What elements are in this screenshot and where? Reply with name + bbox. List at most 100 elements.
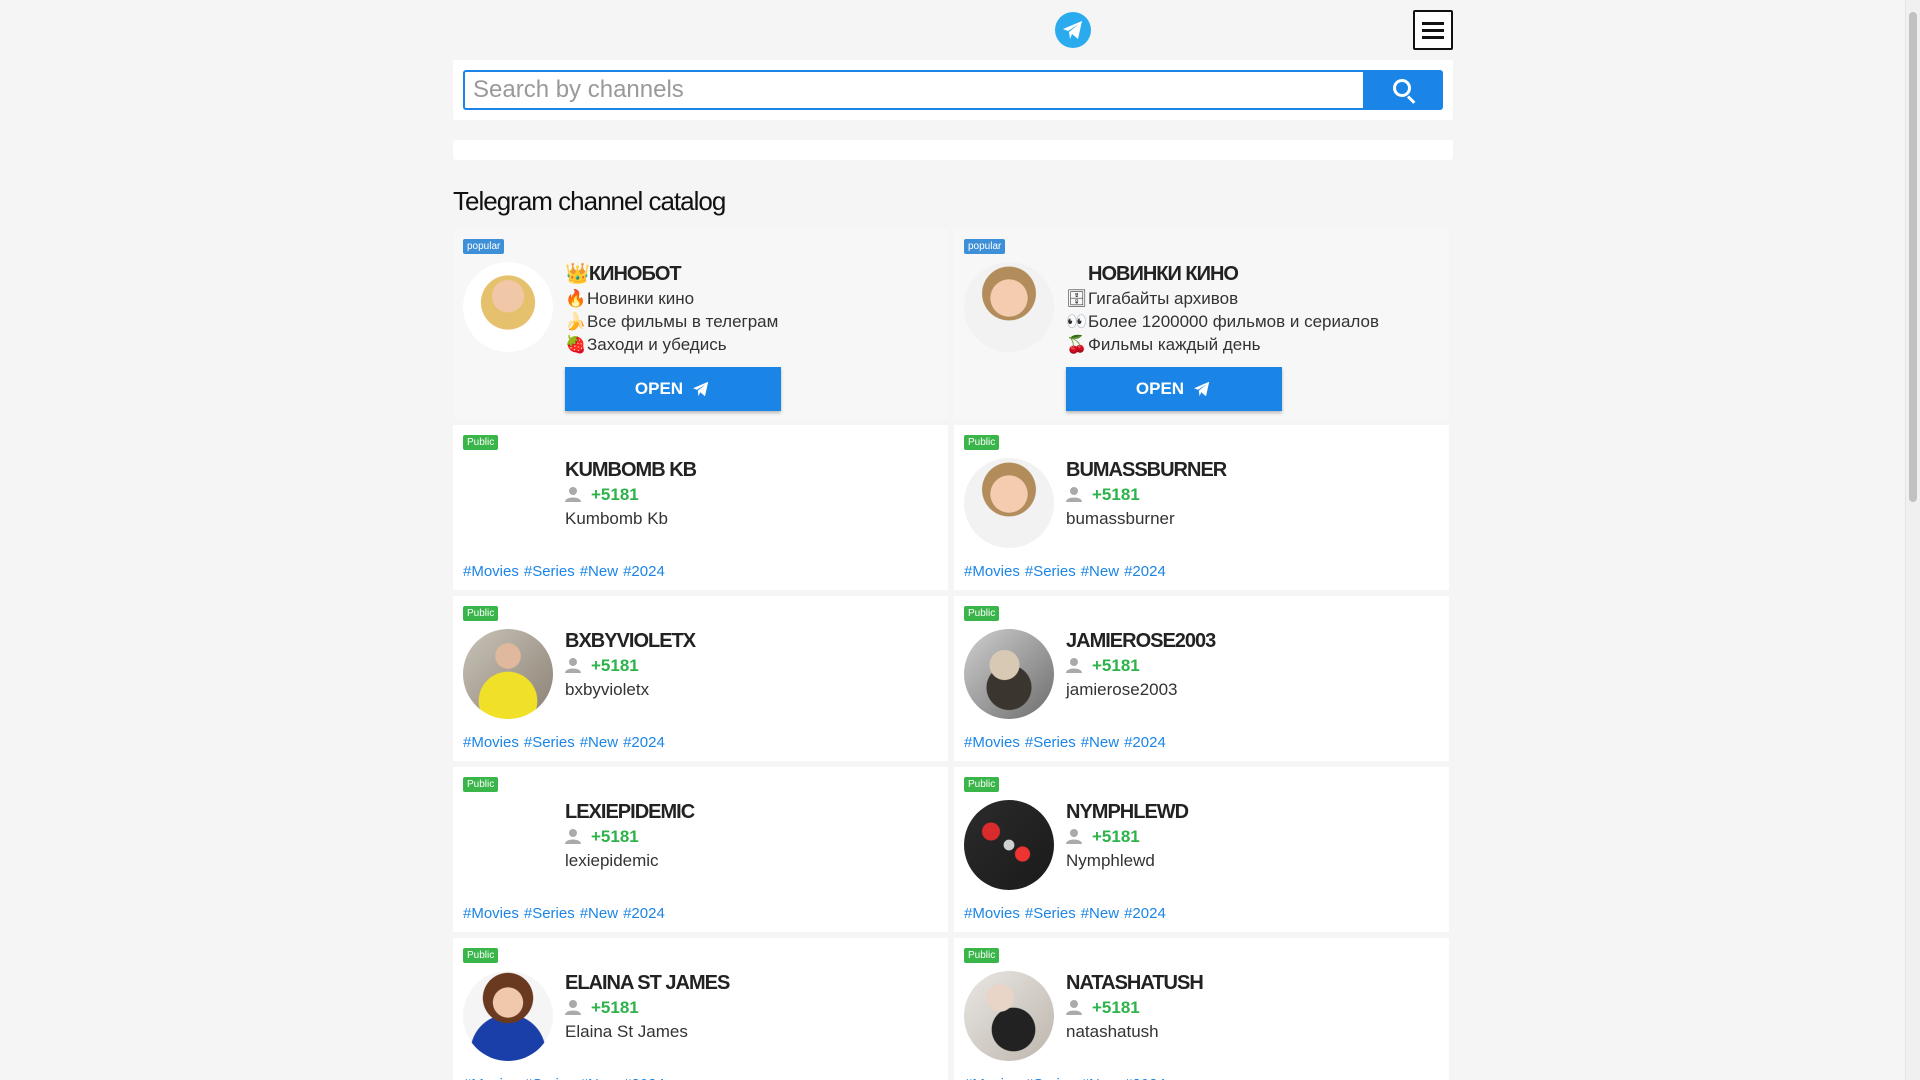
channel-grid: popular 👑КИНОБОТ 🔥Новинки кино 🍌Все фильм… xyxy=(453,229,1453,1080)
tag-link[interactable]: #Series xyxy=(524,1076,575,1080)
line-text: Новинки кино xyxy=(587,289,695,308)
tag-link[interactable]: #New xyxy=(1081,1076,1119,1080)
channel-info: НОВИНКИ КИНО 🗄Гигабайты архивов 👀Более 12… xyxy=(1066,261,1439,356)
line-text: Более 1200000 фильмов и сериалов xyxy=(1088,312,1380,331)
open-button[interactable]: OPEN xyxy=(1066,367,1282,411)
tag-link[interactable]: #2024 xyxy=(623,563,665,580)
channel-avatar[interactable] xyxy=(463,971,553,1061)
tag-link[interactable]: #Series xyxy=(1025,905,1076,922)
channel-name[interactable]: NYMPHLEWD xyxy=(1066,799,1439,825)
channel-title-text: КИНОБОТ xyxy=(588,263,682,285)
channel-card[interactable]: Public KUMBOMB KB +5181 Kumbomb Kb #Movi… xyxy=(453,425,948,590)
scrollbar-thumb[interactable] xyxy=(1909,12,1917,502)
tag-link[interactable]: #New xyxy=(580,905,618,922)
public-badge: Public xyxy=(964,435,1000,450)
subscriber-count: +5181 xyxy=(565,654,938,678)
tag-link[interactable]: #Series xyxy=(524,563,575,580)
channel-name[interactable]: KUMBOMB KB xyxy=(565,457,938,483)
channel-avatar[interactable] xyxy=(964,971,1054,1061)
channel-card[interactable]: Public BXBYVIOLETX +5181 bxbyvioletx #Mo… xyxy=(453,596,948,761)
channel-title[interactable]: НОВИНКИ КИНО xyxy=(1066,261,1439,287)
channel-avatar[interactable] xyxy=(964,262,1054,352)
tag-link[interactable]: #Movies xyxy=(463,1076,519,1080)
channel-card[interactable]: Public NYMPHLEWD +5181 Nymphlewd #Movies… xyxy=(954,767,1449,932)
channel-description-line: 🔥Новинки кино xyxy=(565,287,938,310)
channel-name[interactable]: LEXIEPIDEMIC xyxy=(565,799,938,825)
channel-avatar[interactable] xyxy=(463,800,553,890)
tag-link[interactable]: #Movies xyxy=(463,563,519,580)
person-icon xyxy=(565,656,591,680)
tag-link[interactable]: #New xyxy=(580,1076,618,1080)
tag-link[interactable]: #Movies xyxy=(463,734,519,751)
tag-link[interactable]: #Series xyxy=(524,734,575,751)
tag-link[interactable]: #Movies xyxy=(964,1076,1020,1080)
tag-link[interactable]: #Series xyxy=(1025,1076,1076,1080)
subscriber-count-value: +5181 xyxy=(591,656,639,675)
tag-link[interactable]: #Series xyxy=(1025,563,1076,580)
main-container: Telegram channel catalog popular 👑КИНОБО… xyxy=(453,60,1453,1080)
channel-card[interactable]: Public ELAINA ST JAMES +5181 Elaina St J… xyxy=(453,938,948,1080)
subscriber-count: +5181 xyxy=(1066,654,1439,678)
scrollbar[interactable] xyxy=(1905,0,1920,1080)
popular-channel-card[interactable]: popular НОВИНКИ КИНО 🗄Гигабайты архивов 👀… xyxy=(954,229,1449,419)
tag-link[interactable]: #2024 xyxy=(623,734,665,751)
tag-link[interactable]: #2024 xyxy=(1124,905,1166,922)
subscriber-count-value: +5181 xyxy=(1092,485,1140,504)
tag-link[interactable]: #Movies xyxy=(964,734,1020,751)
channel-name[interactable]: BXBYVIOLETX xyxy=(565,628,938,654)
channel-avatar[interactable] xyxy=(463,262,553,352)
line-text: Фильмы каждый день xyxy=(1088,335,1261,354)
tag-link[interactable]: #New xyxy=(1081,905,1119,922)
channel-card[interactable]: Public NATASHATUSH +5181 natashatush #Mo… xyxy=(954,938,1449,1080)
channel-tags: #Movies #Series #New #2024 xyxy=(463,1076,670,1080)
channel-avatar[interactable] xyxy=(463,629,553,719)
subscriber-count-value: +5181 xyxy=(1092,656,1140,675)
public-badge: Public xyxy=(964,777,1000,792)
channel-avatar[interactable] xyxy=(463,458,553,548)
tag-link[interactable]: #2024 xyxy=(623,905,665,922)
tag-link[interactable]: #New xyxy=(580,563,618,580)
channel-avatar[interactable] xyxy=(964,458,1054,548)
person-icon xyxy=(565,827,591,851)
tag-link[interactable]: #New xyxy=(1081,734,1119,751)
channel-name[interactable]: JAMIEROSE2003 xyxy=(1066,628,1439,654)
channel-card[interactable]: Public BUMASSBURNER +5181 bumassburner #… xyxy=(954,425,1449,590)
channel-name[interactable]: NATASHATUSH xyxy=(1066,970,1439,996)
tag-link[interactable]: #Series xyxy=(1025,734,1076,751)
catalog-title: Telegram channel catalog xyxy=(453,186,726,216)
search-button[interactable] xyxy=(1363,70,1443,110)
channel-handle: bxbyvioletx xyxy=(565,680,650,699)
emoji: 🍌 xyxy=(565,312,587,331)
channel-avatar[interactable] xyxy=(964,629,1054,719)
tag-link[interactable]: #Movies xyxy=(964,563,1020,580)
channel-name[interactable]: BUMASSBURNER xyxy=(1066,457,1439,483)
channel-info: JAMIEROSE2003 +5181 jamierose2003 xyxy=(1066,628,1439,702)
tag-link[interactable]: #Movies xyxy=(463,905,519,922)
tag-link[interactable]: #2024 xyxy=(623,1076,665,1080)
public-badge: Public xyxy=(964,948,1000,963)
tag-link[interactable]: #Movies xyxy=(964,905,1020,922)
tag-link[interactable]: #Series xyxy=(524,905,575,922)
tag-link[interactable]: #2024 xyxy=(1124,1076,1166,1080)
channel-name[interactable]: ELAINA ST JAMES xyxy=(565,970,938,996)
search-input[interactable] xyxy=(463,70,1363,110)
person-icon xyxy=(1066,998,1092,1022)
channel-card[interactable]: Public JAMIEROSE2003 +5181 jamierose2003… xyxy=(954,596,1449,761)
open-button[interactable]: OPEN xyxy=(565,367,781,411)
paper-plane-icon xyxy=(693,381,709,397)
channel-description-line: 🍌Все фильмы в телеграм xyxy=(565,310,938,333)
hamburger-menu-icon[interactable] xyxy=(1413,10,1453,50)
popular-channel-card[interactable]: popular 👑КИНОБОТ 🔥Новинки кино 🍌Все фильм… xyxy=(453,229,948,419)
channel-title[interactable]: 👑КИНОБОТ xyxy=(565,261,938,287)
tag-link[interactable]: #New xyxy=(580,734,618,751)
tag-link[interactable]: #New xyxy=(1081,563,1119,580)
header xyxy=(0,0,1905,58)
telegram-logo-icon[interactable] xyxy=(1055,12,1091,48)
menu-bar xyxy=(1422,29,1444,32)
person-icon xyxy=(1066,827,1092,851)
channel-avatar[interactable] xyxy=(964,800,1054,890)
tag-link[interactable]: #2024 xyxy=(1124,734,1166,751)
tag-link[interactable]: #2024 xyxy=(1124,563,1166,580)
channel-description-line: 👀Более 1200000 фильмов и сериалов xyxy=(1066,310,1439,333)
channel-card[interactable]: Public LEXIEPIDEMIC +5181 lexiepidemic #… xyxy=(453,767,948,932)
